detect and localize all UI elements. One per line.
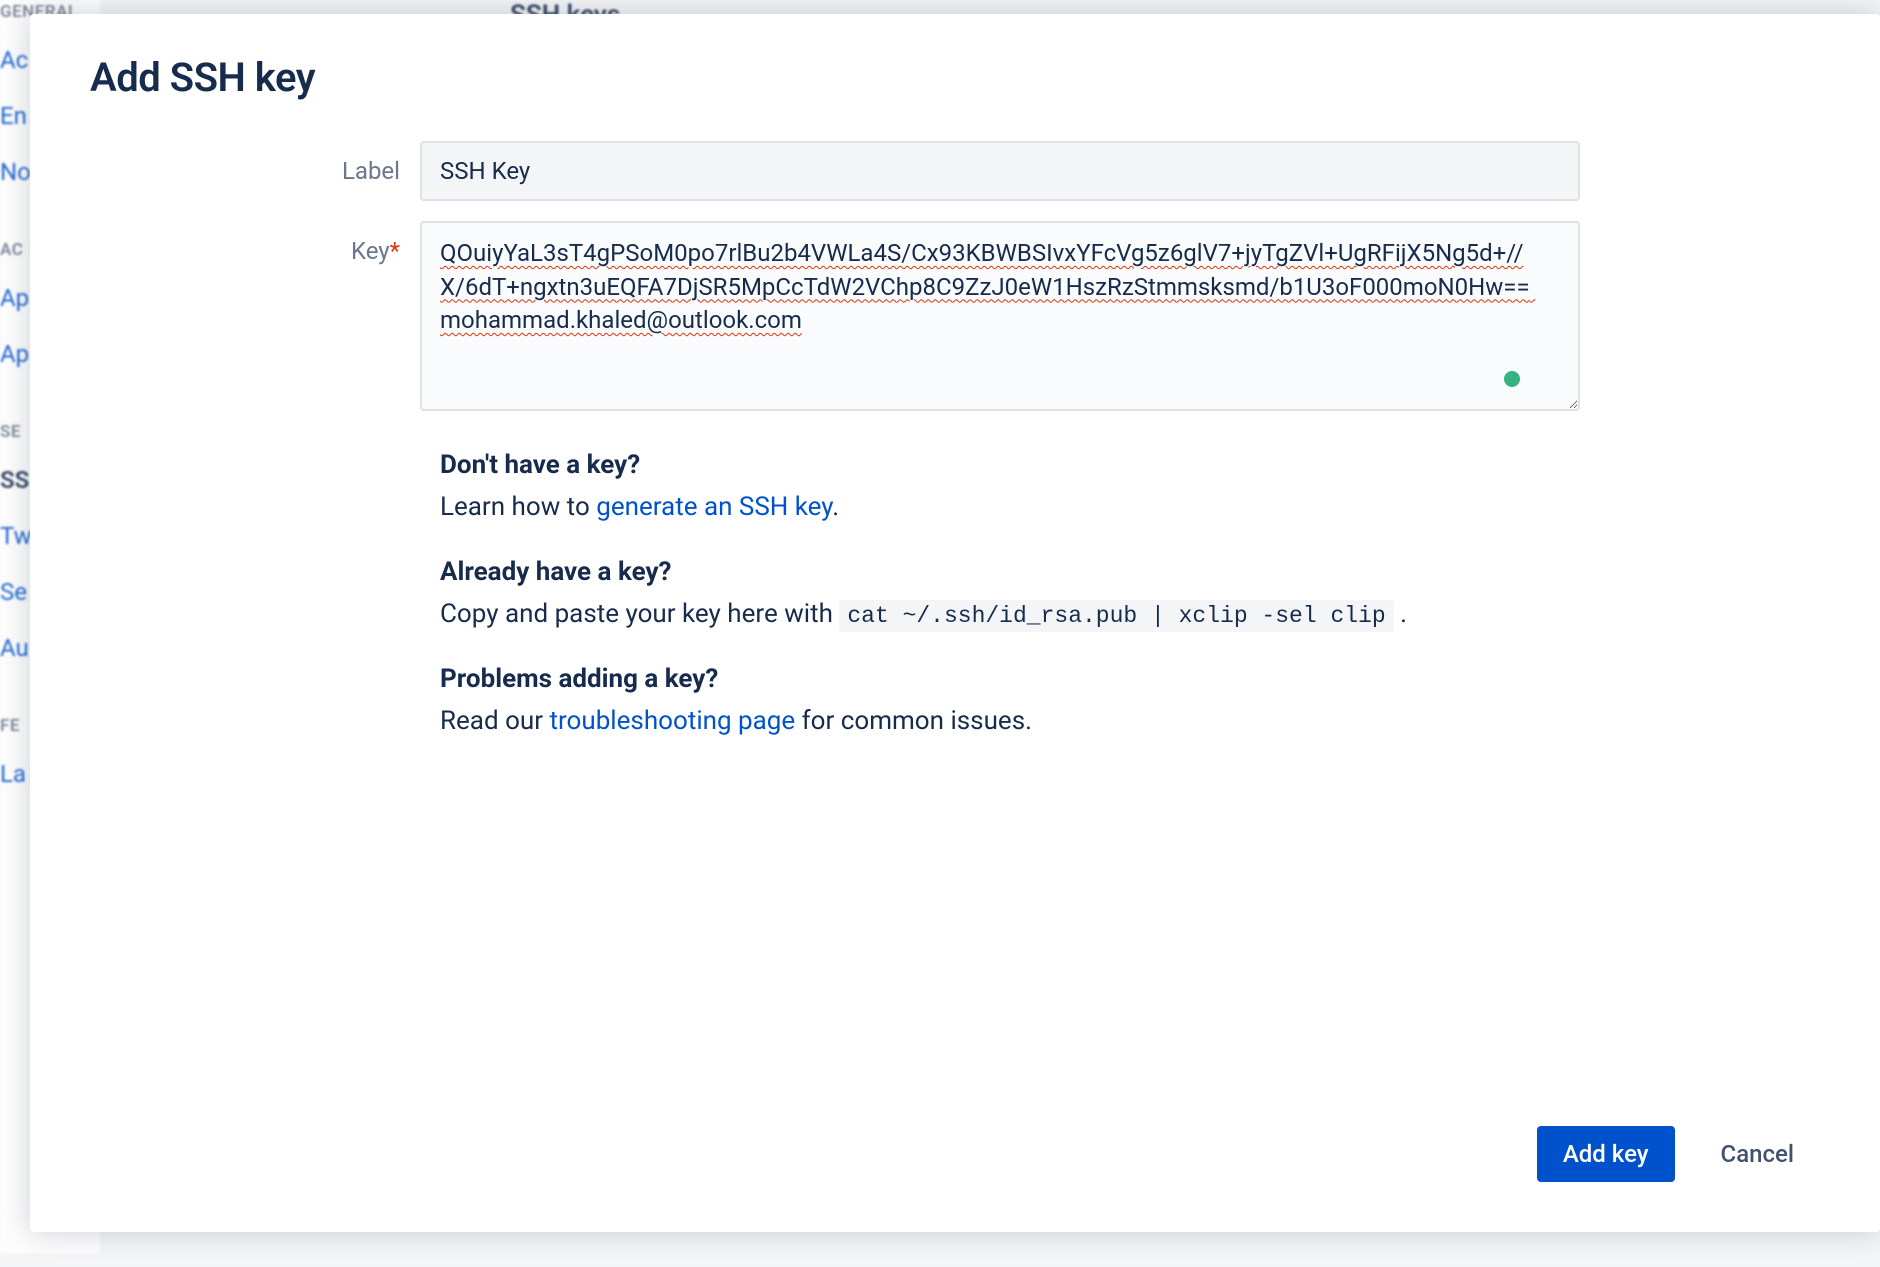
add-ssh-key-modal: Add SSH key Label Key* QOuiyYaL3sT4gPSoM…: [30, 14, 1880, 1232]
key-form-row: Key* QOuiyYaL3sT4gPSoM0po7rlBu2b4VWLa4S/…: [90, 221, 1820, 415]
help-no-key: Don't have a key? Learn how to generate …: [440, 450, 1600, 527]
help-problems-heading: Problems adding a key?: [440, 664, 1600, 694]
label-input[interactable]: [420, 141, 1580, 201]
modal-title: Add SSH key: [90, 54, 1820, 101]
help-no-key-text: Learn how to generate an SSH key.: [440, 488, 1600, 527]
modal-footer: Add key Cancel: [1537, 1126, 1820, 1182]
help-problems: Problems adding a key? Read our troubles…: [440, 664, 1600, 741]
key-field-label: Key*: [90, 221, 420, 265]
key-textarea[interactable]: QOuiyYaL3sT4gPSoM0po7rlBu2b4VWLa4S/Cx93K…: [420, 221, 1580, 411]
help-no-key-heading: Don't have a key?: [440, 450, 1600, 480]
required-indicator: *: [390, 237, 400, 265]
generate-ssh-key-link[interactable]: generate an SSH key: [596, 492, 832, 522]
key-label-text: Key: [351, 237, 390, 265]
help-have-key-heading: Already have a key?: [440, 557, 1600, 587]
modal-overlay: Add SSH key Label Key* QOuiyYaL3sT4gPSoM…: [0, 14, 1880, 1267]
clipboard-command-code: cat ~/.ssh/id_rsa.pub | xclip -sel clip: [839, 600, 1393, 632]
help-have-key: Already have a key? Copy and paste your …: [440, 557, 1600, 634]
help-section: Don't have a key? Learn how to generate …: [440, 450, 1600, 741]
help-have-key-text: Copy and paste your key here with cat ~/…: [440, 595, 1600, 634]
label-field-label: Label: [90, 141, 420, 185]
add-key-button[interactable]: Add key: [1537, 1126, 1675, 1182]
label-form-row: Label: [90, 141, 1820, 201]
cancel-button[interactable]: Cancel: [1695, 1126, 1820, 1182]
help-problems-text: Read our troubleshooting page for common…: [440, 702, 1600, 741]
troubleshooting-link[interactable]: troubleshooting page: [549, 706, 795, 736]
valid-indicator-icon: [1504, 371, 1520, 387]
